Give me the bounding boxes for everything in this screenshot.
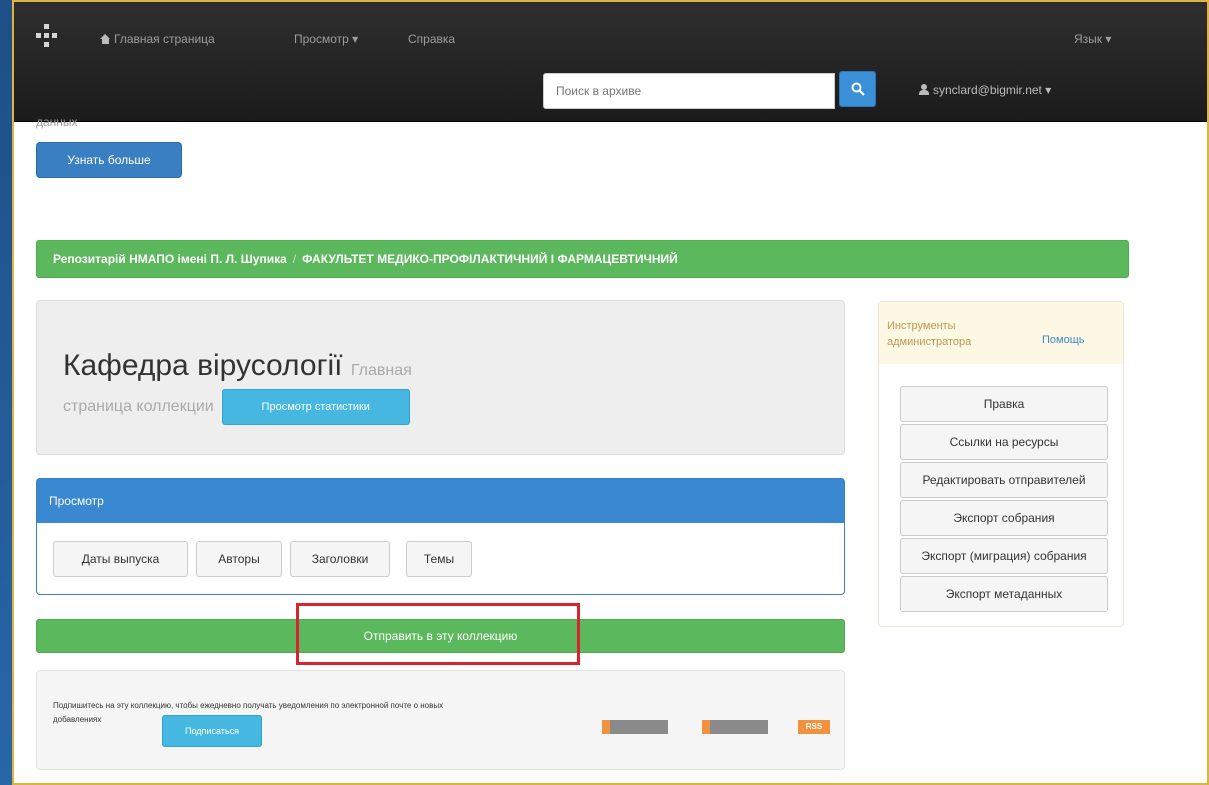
top-navbar: Главная страница Просмотр ▾ Справка Язык… xyxy=(14,2,1207,122)
browse-panel-body: Даты выпуска Авторы Заголовки Темы xyxy=(37,523,844,595)
highlight-annotation-box xyxy=(296,603,580,665)
admin-item-mapper-button[interactable]: Ссылки на ресурсы xyxy=(900,424,1108,460)
view-statistics-button[interactable]: Просмотр статистики xyxy=(221,389,410,425)
browse-by-title-button[interactable]: Заголовки xyxy=(290,541,390,577)
rss-feed-badge[interactable]: RSS xyxy=(798,720,830,734)
caret-down-icon: ▾ xyxy=(352,32,359,46)
admin-tools-heading: Инструменты администратора Помощь xyxy=(879,302,1123,364)
page-subtitle-line2: страница коллекции Просмотр статистики xyxy=(63,389,410,425)
browse-by-subject-button[interactable]: Темы xyxy=(406,541,472,577)
breadcrumb-current[interactable]: ФАКУЛЬТЕТ МЕДИКО-ПРОФІЛАКТИЧНИЙ І ФАРМАЦ… xyxy=(302,252,678,266)
nav-help-link[interactable]: Справка xyxy=(408,32,455,46)
breadcrumb-separator: / xyxy=(292,252,297,266)
rss2-feed-badge[interactable] xyxy=(702,720,768,734)
admin-edit-submitters-button[interactable]: Редактировать отправителей xyxy=(900,462,1108,498)
browse-panel: Просмотр Даты выпуска Авторы Заголовки Т… xyxy=(36,478,845,595)
admin-export-migration-button[interactable]: Экспорт (миграция) собрания xyxy=(900,538,1108,574)
admin-tools-list: Правка Ссылки на ресурсы Редактировать о… xyxy=(900,386,1108,614)
hero-partial-text: данных xyxy=(36,115,78,129)
search-button[interactable] xyxy=(839,71,876,107)
collection-header: Кафедра вірусології Главная страница кол… xyxy=(36,300,845,455)
subscribe-button[interactable]: Подписаться xyxy=(162,715,262,747)
breadcrumb-root-link[interactable]: Репозитарій НМАПО імені П. Л. Шупика xyxy=(53,252,287,266)
admin-export-collection-button[interactable]: Экспорт собрания xyxy=(900,500,1108,536)
caret-down-icon: ▾ xyxy=(1105,32,1112,46)
search-icon xyxy=(851,82,865,96)
admin-tools-panel: Инструменты администратора Помощь Правка… xyxy=(878,301,1124,627)
admin-help-link[interactable]: Помощь xyxy=(1042,334,1085,346)
breadcrumb: Репозитарій НМАПО імені П. Л. Шупика / ФАК… xyxy=(36,240,1129,278)
home-icon xyxy=(100,34,111,44)
user-icon xyxy=(919,84,929,95)
admin-edit-button[interactable]: Правка xyxy=(900,386,1108,422)
search-input[interactable] xyxy=(543,73,835,109)
user-menu-dropdown[interactable]: synclard@bigmir.net ▾ xyxy=(919,83,1051,97)
admin-tools-title: Инструменты администратора xyxy=(887,320,972,348)
nav-home-link[interactable]: Главная страница xyxy=(100,32,215,46)
browse-by-date-button[interactable]: Даты выпуска xyxy=(53,541,188,577)
subscribe-panel: Подпишитесь на эту коллекцию, чтобы ежед… xyxy=(36,670,845,770)
page-title: Кафедра вірусології Главная xyxy=(63,349,412,382)
dspace-logo-icon[interactable] xyxy=(36,24,58,48)
browse-by-author-button[interactable]: Авторы xyxy=(196,541,282,577)
page-subtitle: Главная xyxy=(350,362,412,379)
admin-export-metadata-button[interactable]: Экспорт метаданных xyxy=(900,576,1108,612)
browse-panel-heading: Просмотр xyxy=(37,479,844,523)
learn-more-button[interactable]: Узнать больше xyxy=(36,142,182,178)
caret-down-icon: ▾ xyxy=(1045,83,1052,97)
nav-language-dropdown[interactable]: Язык ▾ xyxy=(1074,32,1111,46)
nav-browse-dropdown[interactable]: Просмотр ▾ xyxy=(294,32,358,46)
rss1-feed-badge[interactable] xyxy=(602,720,668,734)
browser-frame: Главная страница Просмотр ▾ Справка Язык… xyxy=(12,0,1209,785)
